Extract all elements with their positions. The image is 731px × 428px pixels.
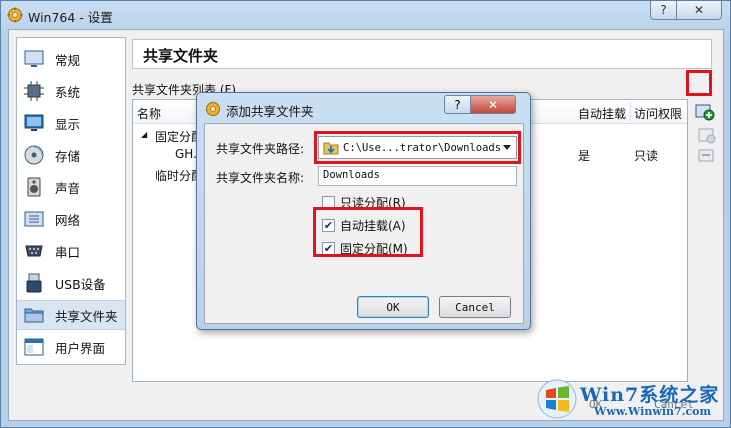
close-button[interactable]: ✕ xyxy=(677,1,722,20)
add-shared-folder-dialog: 添加共享文件夹 ? ✕ 共享文件夹路径: C:\Use...trator\Dow… xyxy=(196,92,531,330)
folder-name-field[interactable]: Downloads xyxy=(318,166,517,186)
dialog-title: 添加共享文件夹 xyxy=(226,104,314,119)
chip-icon xyxy=(24,81,44,101)
sidebar-item-label: USB设备 xyxy=(55,276,106,292)
sidebar-item-label: 共享文件夹 xyxy=(55,308,118,324)
column-header-name[interactable]: 名称 xyxy=(137,105,161,122)
sidebar-item-label: 存储 xyxy=(55,148,81,164)
monitor-general-icon xyxy=(24,50,44,67)
folder-icon xyxy=(24,308,44,323)
windows-logo-icon xyxy=(537,379,577,419)
sidebar-item-storage[interactable]: 存储 xyxy=(17,140,125,170)
add-button-highlight xyxy=(686,70,712,96)
table-row-auto-mount: 是 xyxy=(578,149,591,163)
sidebar-item-general[interactable]: 常规 xyxy=(17,44,125,74)
cancel-button[interactable]: Cancel xyxy=(439,296,511,318)
sidebar-item-display[interactable]: 显示 xyxy=(17,108,125,138)
folder-name-value: Downloads xyxy=(323,169,380,181)
sidebar-item-label: 网络 xyxy=(55,212,81,228)
watermark-brand: Win7系统之家 xyxy=(580,384,720,406)
sidebar-item-usb[interactable]: USB设备 xyxy=(17,268,125,298)
sidebar-item-label: 显示 xyxy=(55,116,81,132)
table-row-access: 只读 xyxy=(634,149,659,163)
sidebar-item-label: 常规 xyxy=(55,52,81,68)
sidebar-item-label: 用户界面 xyxy=(55,340,106,356)
checkbox-highlight xyxy=(313,207,423,257)
dialog-body: 共享文件夹路径: C:\Use...trator\Downloads 共享文件夹… xyxy=(204,123,524,324)
sidebar-item-audio[interactable]: 声音 xyxy=(17,172,125,202)
page-title-box: 共享文件夹 xyxy=(132,39,712,69)
tree-expand-icon[interactable]: ◢ xyxy=(141,130,147,139)
column-divider xyxy=(630,102,631,122)
sidebar-item-label: 声音 xyxy=(55,180,81,196)
sidebar-item-label: 系统 xyxy=(55,84,81,100)
sidebar-item-serial-port[interactable]: 串口 xyxy=(17,236,125,266)
window-title: Win764 - 设置 xyxy=(28,10,113,25)
sidebar-item-shared-folders[interactable]: 共享文件夹 xyxy=(17,300,125,330)
virtualbox-gear-icon xyxy=(206,102,220,116)
title-bar[interactable]: Win764 - 设置 ? ✕ xyxy=(1,1,730,29)
usb-icon xyxy=(26,273,42,293)
path-highlight xyxy=(314,131,521,164)
dialog-close-button[interactable]: ✕ xyxy=(470,95,516,114)
virtualbox-gear-icon xyxy=(7,7,23,23)
folder-path-label: 共享文件夹路径: xyxy=(216,142,305,156)
network-icon xyxy=(24,211,44,227)
window-controls: ? ✕ xyxy=(650,1,722,20)
sidebar-item-system[interactable]: 系统 xyxy=(17,76,125,106)
watermark: Win7系统之家 Www.Winwin7.com xyxy=(536,376,728,424)
dialog-help-button[interactable]: ? xyxy=(444,95,471,114)
display-icon xyxy=(24,114,44,131)
ok-button[interactable]: OK xyxy=(357,296,429,318)
settings-sidebar: 常规 系统 显示 存储 声音 网络 串口 USB设备 共享文件夹 用户界面 xyxy=(16,37,126,365)
folder-name-label: 共享文件夹名称: xyxy=(216,171,305,185)
serial-port-icon xyxy=(25,245,43,257)
sidebar-item-label: 串口 xyxy=(55,244,81,260)
remove-shared-folder-icon[interactable] xyxy=(697,147,717,165)
sidebar-item-network[interactable]: 网络 xyxy=(17,204,125,234)
column-header-access[interactable]: 访问权限 xyxy=(634,105,682,122)
page-title: 共享文件夹 xyxy=(143,47,219,65)
watermark-url: Www.Winwin7.com xyxy=(594,405,712,418)
edit-shared-folder-icon[interactable] xyxy=(697,127,717,145)
help-button[interactable]: ? xyxy=(650,1,677,20)
disk-icon xyxy=(24,145,44,165)
window-ui-icon xyxy=(24,338,44,356)
add-shared-folder-icon[interactable] xyxy=(695,103,715,121)
sidebar-item-user-interface[interactable]: 用户界面 xyxy=(17,332,125,362)
speaker-icon xyxy=(27,177,41,197)
column-header-auto-mount[interactable]: 自动挂载 xyxy=(578,105,626,122)
